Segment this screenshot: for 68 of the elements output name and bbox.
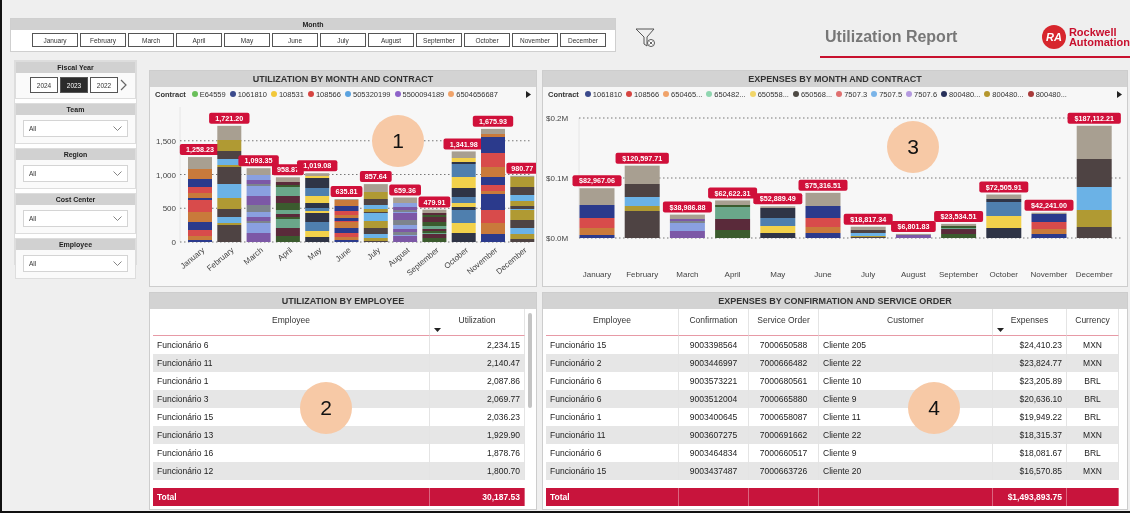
chevron-down-icon[interactable] (113, 171, 122, 176)
total-cell: $1,493,893.75 (993, 488, 1067, 506)
sort-icon[interactable] (997, 328, 1004, 332)
bar (760, 206, 796, 238)
table-cell: Funcionário 15 (546, 462, 679, 480)
total-label: Total (153, 488, 430, 506)
sort-icon[interactable] (434, 328, 441, 332)
bar (275, 177, 300, 242)
bar (422, 209, 447, 242)
axis-label: October (989, 270, 1019, 279)
legend-next-icon[interactable] (1117, 90, 1122, 98)
bar (850, 226, 886, 238)
chevron-down-icon[interactable] (113, 216, 122, 221)
axis-label: August (900, 270, 926, 279)
bar (363, 184, 388, 242)
tick-label: $0.2M (546, 114, 569, 123)
panel-title: UTILIZATION BY MONTH AND CONTRACT (150, 71, 536, 87)
axis-label: May (770, 270, 786, 279)
bar (669, 214, 705, 238)
axis-label: December (1075, 270, 1113, 279)
callout-badge: 3 (887, 121, 939, 173)
axis-label: March (676, 270, 699, 279)
report-title: Utilization Report (825, 28, 958, 46)
bar (393, 197, 418, 242)
panel-title: UTILIZATION BY EMPLOYEE (150, 293, 536, 309)
axis-label: November (1030, 270, 1068, 279)
bar (941, 223, 977, 238)
axis-label: May (306, 245, 324, 263)
table-cell: Cliente 20 (819, 462, 993, 480)
legend-next-icon[interactable] (526, 90, 531, 98)
axis-label: September (939, 270, 979, 279)
total-cell: 30,187.53 (430, 488, 525, 506)
chevron-down-icon[interactable] (113, 126, 122, 131)
axis-label: July (365, 245, 383, 262)
tick-label: $0.0M (546, 234, 569, 243)
axis-label: April (724, 270, 741, 279)
tick-label: 1,500 (155, 136, 176, 146)
tick-label: 500 (162, 204, 176, 214)
bar (986, 194, 1022, 238)
axis-label: January (582, 270, 612, 279)
total-label: Total (546, 488, 679, 506)
panel-title: EXPENSES BY MONTH AND CONTRACT (543, 71, 1127, 87)
axis-label: February (626, 270, 659, 279)
axis-label: June (814, 270, 832, 279)
tick-label: $0.1M (546, 174, 569, 183)
table-cell: $16,570.85 (993, 462, 1067, 480)
bar (715, 200, 751, 238)
callout-badge: 1 (372, 115, 424, 167)
chevron-down-icon[interactable] (113, 261, 122, 266)
clear-filter-icon[interactable] (635, 27, 657, 49)
bar (1031, 212, 1067, 238)
bar (805, 192, 841, 238)
bar (334, 199, 359, 242)
axis-label: July (861, 270, 876, 279)
bar (510, 175, 535, 242)
table-cell: 7000663726 (749, 462, 819, 480)
panel-title: EXPENSES BY CONFIRMATION AND SERVICE ORDER (543, 293, 1127, 309)
tick-label: 0 (171, 238, 176, 247)
chevron-right-icon[interactable] (120, 79, 127, 91)
scrollbar[interactable] (528, 313, 532, 408)
table-cell: 1,800.70 (430, 462, 525, 480)
table-cell: Funcionário 12 (153, 462, 430, 480)
tick-label: 1,000 (155, 170, 176, 180)
table-cell: MXN (1067, 462, 1119, 480)
bar (895, 233, 931, 238)
table-cell: 9003437487 (679, 462, 749, 480)
bar (305, 173, 330, 242)
bar (579, 188, 615, 238)
